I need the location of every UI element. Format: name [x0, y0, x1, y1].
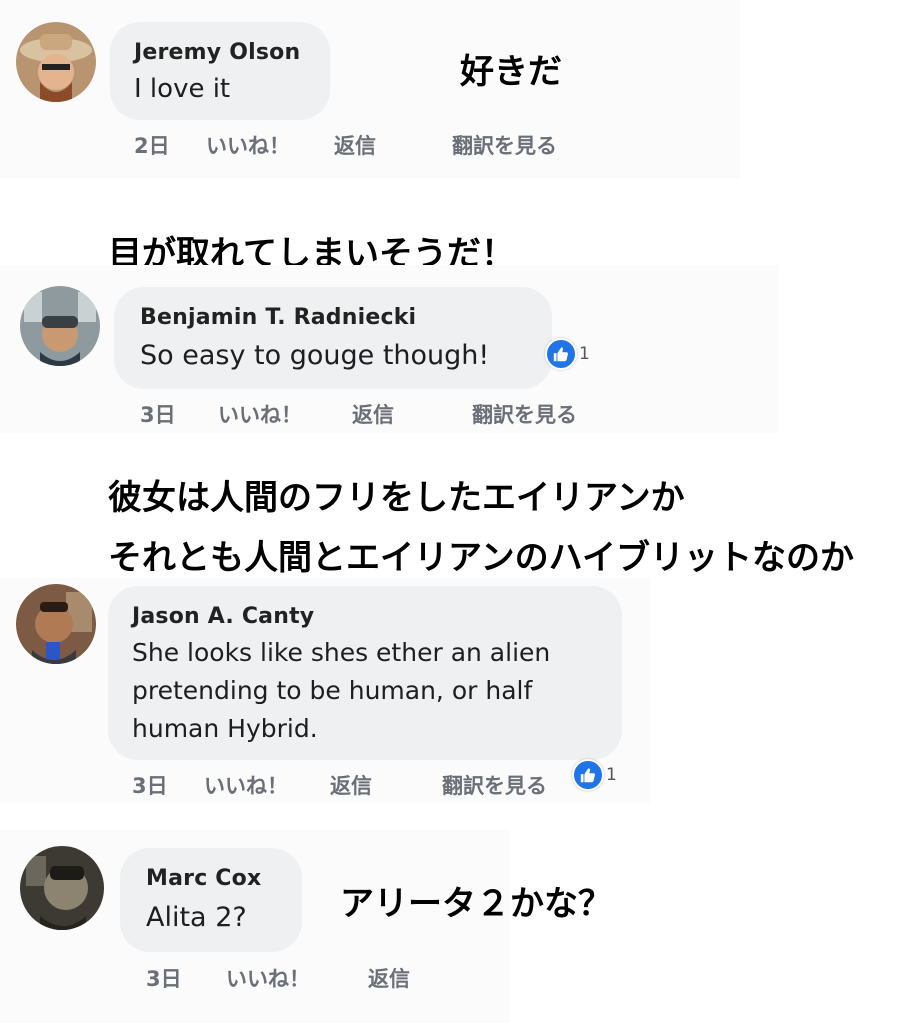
timestamp[interactable]: 2日: [134, 130, 170, 160]
avatar[interactable]: [16, 22, 96, 102]
see-translation-link[interactable]: 翻訳を見る: [472, 399, 577, 429]
comment-text: human Hybrid.: [132, 714, 318, 743]
reply-link[interactable]: 返信: [330, 770, 372, 800]
avatar[interactable]: [20, 846, 104, 930]
comment-text: Alita 2?: [146, 902, 247, 933]
reply-link[interactable]: 返信: [352, 399, 394, 429]
reaction-summary[interactable]: 1: [572, 759, 617, 791]
like-link[interactable]: いいね！: [204, 770, 288, 800]
comment-text: She looks like shes ether an alien: [132, 638, 551, 667]
commenter-name[interactable]: Benjamin T. Radniecki: [140, 305, 416, 330]
reaction-count: 1: [579, 344, 590, 364]
like-thumb-icon: [545, 338, 577, 370]
comment-actions: 3日 いいね！ 返信 翻訳を見る: [140, 399, 610, 427]
comment-actions: 3日 いいね！ 返信 翻訳を見る: [132, 770, 572, 798]
timestamp[interactable]: 3日: [140, 399, 176, 429]
reply-link[interactable]: 返信: [334, 130, 376, 160]
comment-actions: 2日 いいね！ 返信 翻訳を見る: [134, 130, 594, 158]
comment-text: I love it: [134, 74, 231, 104]
reaction-count: 1: [606, 765, 617, 785]
commenter-name[interactable]: Marc Cox: [146, 866, 261, 891]
comment-actions: 3日 いいね！ 返信: [146, 963, 446, 991]
commenter-name[interactable]: Jeremy Olson: [134, 40, 300, 65]
commenter-name[interactable]: Jason A. Canty: [132, 604, 314, 629]
comment-bubble: [110, 22, 330, 120]
like-thumb-icon: [572, 759, 604, 791]
comment-bubble: [114, 287, 552, 389]
timestamp[interactable]: 3日: [132, 770, 168, 800]
see-translation-link[interactable]: 翻訳を見る: [442, 770, 547, 800]
annotation-translation: 彼女は人間のフリをしたエイリアンか: [108, 478, 685, 518]
comment-bubble: [120, 848, 302, 952]
reply-link[interactable]: 返信: [368, 963, 410, 993]
like-link[interactable]: いいね！: [226, 963, 310, 993]
annotation-translation: 好きだ: [460, 52, 562, 92]
avatar[interactable]: [16, 584, 96, 664]
like-link[interactable]: いいね！: [206, 130, 290, 160]
reaction-summary[interactable]: 1: [545, 338, 590, 370]
annotation-translation: それとも人間とエイリアンのハイブリットなのか: [108, 538, 854, 578]
comment-text: pretending to be human, or half: [132, 676, 533, 705]
comment-text: So easy to gouge though!: [140, 340, 490, 371]
avatar[interactable]: [20, 286, 100, 366]
like-link[interactable]: いいね！: [218, 399, 302, 429]
see-translation-link[interactable]: 翻訳を見る: [452, 130, 557, 160]
annotation-translation: アリータ２かな？: [340, 884, 612, 924]
timestamp[interactable]: 3日: [146, 963, 182, 993]
